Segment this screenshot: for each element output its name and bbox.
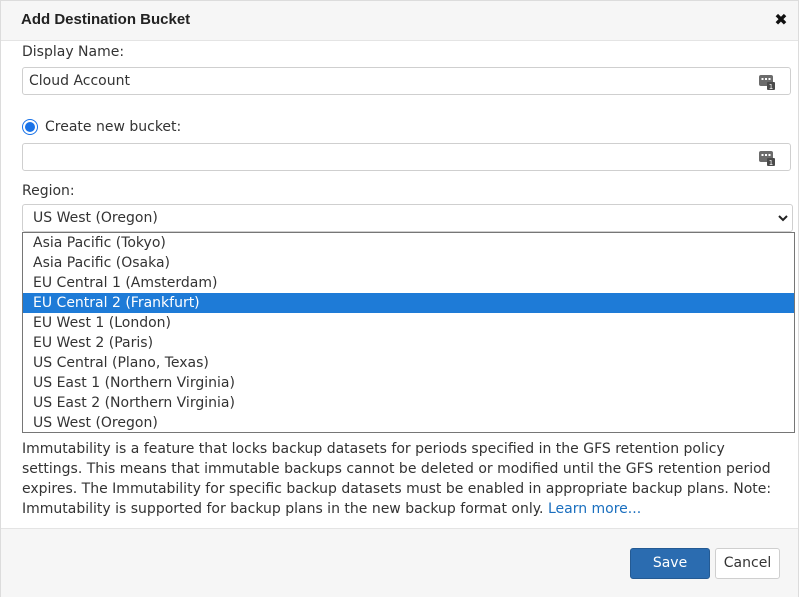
dialog-header: Add Destination Bucket ✖ [1, 1, 798, 41]
text-variable-icon[interactable]: 1 [759, 74, 775, 90]
create-new-bucket-label: Create new bucket: [45, 119, 182, 135]
region-option-london[interactable]: EU West 1 (London) [23, 313, 794, 333]
create-new-bucket-radio[interactable] [22, 119, 38, 135]
svg-text:1: 1 [769, 159, 773, 166]
region-option-us-east-2[interactable]: US East 2 (Northern Virginia) [23, 393, 794, 413]
add-destination-bucket-dialog: Add Destination Bucket ✖ Display Name: C… [0, 0, 799, 597]
region-option-frankfurt[interactable]: EU Central 2 (Frankfurt) [23, 293, 794, 313]
save-button[interactable]: Save [630, 548, 710, 579]
region-option-us-east-1[interactable]: US East 1 (Northern Virginia) [23, 373, 794, 393]
svg-text:1: 1 [769, 83, 773, 90]
cancel-button[interactable]: Cancel [715, 548, 780, 579]
immutability-text: Immutability is a feature that locks bac… [22, 441, 772, 517]
region-select[interactable]: US West (Oregon) [22, 204, 793, 232]
learn-more-link[interactable]: Learn more... [548, 501, 641, 517]
region-label: Region: [22, 183, 75, 199]
region-option-paris[interactable]: EU West 2 (Paris) [23, 333, 794, 353]
region-option-plano-texas[interactable]: US Central (Plano, Texas) [23, 353, 794, 373]
display-name-label: Display Name: [22, 44, 125, 60]
region-dropdown-list: Asia Pacific (Tokyo) Asia Pacific (Osaka… [22, 232, 795, 433]
close-icon[interactable]: ✖ [772, 10, 790, 30]
region-option-tokyo[interactable]: Asia Pacific (Tokyo) [23, 233, 794, 253]
region-option-osaka[interactable]: Asia Pacific (Osaka) [23, 253, 794, 273]
dialog-title: Add Destination Bucket [21, 11, 191, 28]
region-option-oregon[interactable]: US West (Oregon) [23, 413, 794, 433]
region-option-amsterdam[interactable]: EU Central 1 (Amsterdam) [23, 273, 794, 293]
chevron-down-icon [778, 215, 788, 222]
bucket-name-field[interactable]: 1 [22, 143, 791, 171]
display-name-field[interactable]: Cloud Account 1 [22, 67, 791, 95]
display-name-value: Cloud Account [29, 73, 130, 89]
region-selected-value: US West (Oregon) [33, 210, 158, 226]
immutability-description: Immutability is a feature that locks bac… [22, 439, 782, 519]
text-variable-icon[interactable]: 1 [759, 150, 775, 166]
